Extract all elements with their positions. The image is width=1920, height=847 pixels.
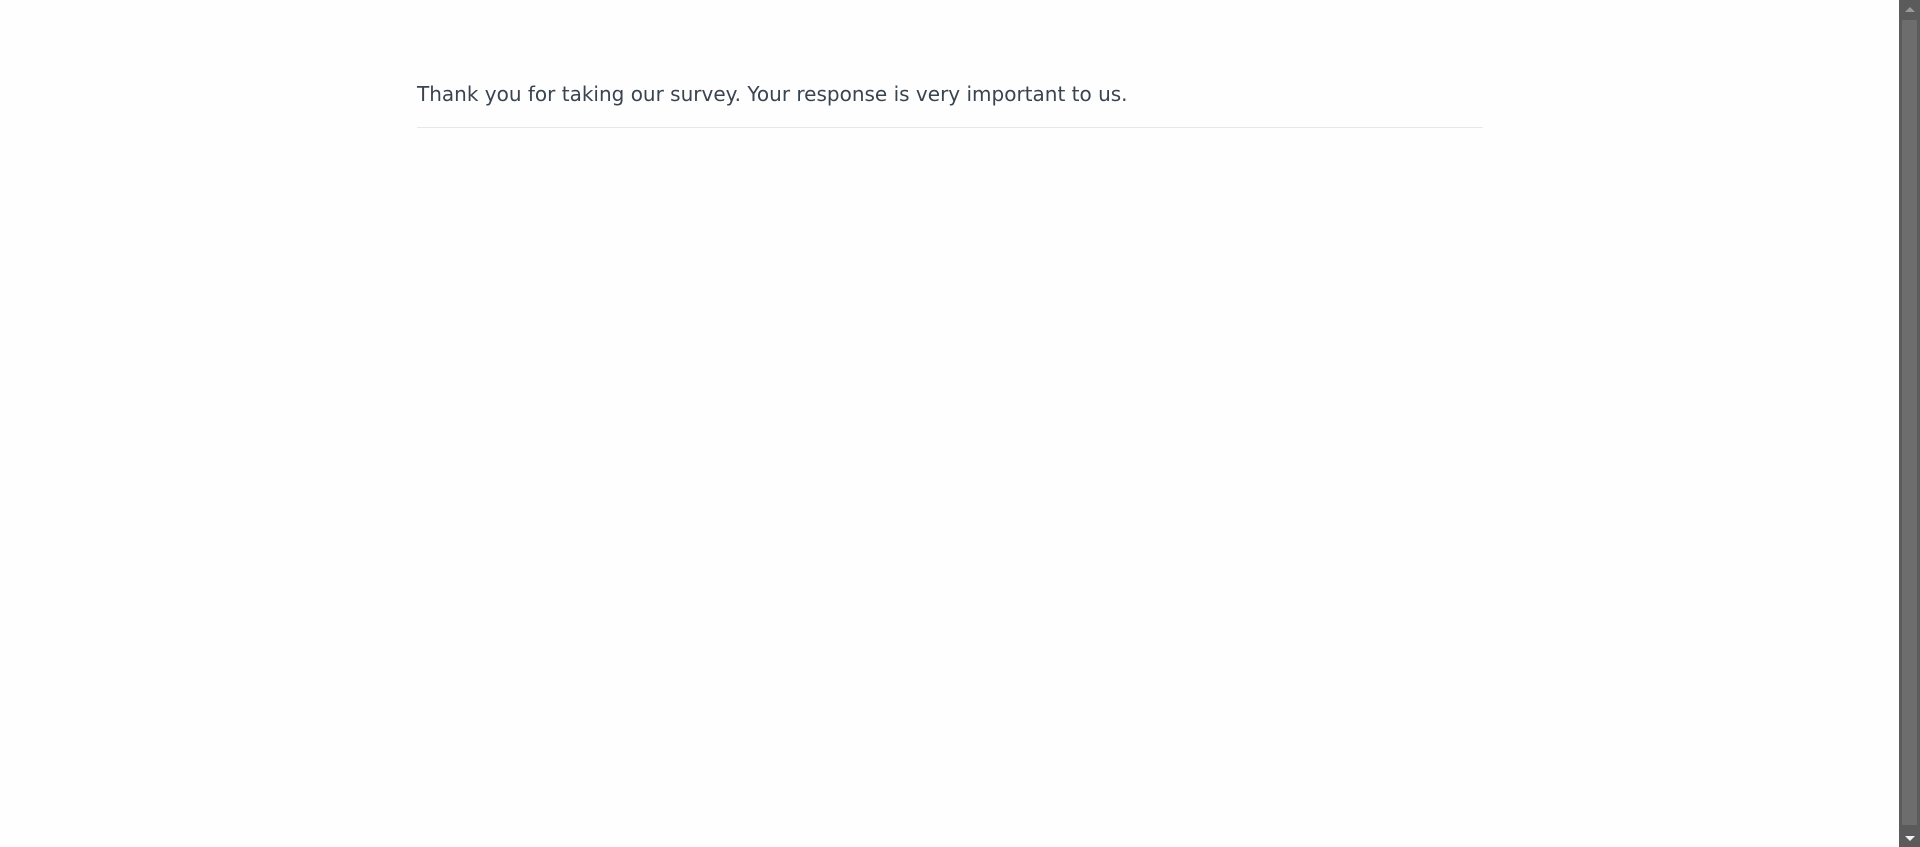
scroll-down-button[interactable] xyxy=(1899,829,1920,847)
completion-message: Thank you for taking our survey. Your re… xyxy=(417,82,1128,106)
arrow-down-icon xyxy=(1904,835,1915,841)
survey-completion-panel: Thank you for taking our survey. Your re… xyxy=(417,78,1483,128)
scrollbar-thumb[interactable] xyxy=(1902,20,1917,825)
vertical-scrollbar[interactable] xyxy=(1899,0,1920,847)
arrow-up-icon xyxy=(1904,6,1915,12)
divider xyxy=(417,127,1483,128)
survey-complete-page: Thank you for taking our survey. Your re… xyxy=(0,0,1899,847)
scroll-up-button[interactable] xyxy=(1899,0,1920,18)
